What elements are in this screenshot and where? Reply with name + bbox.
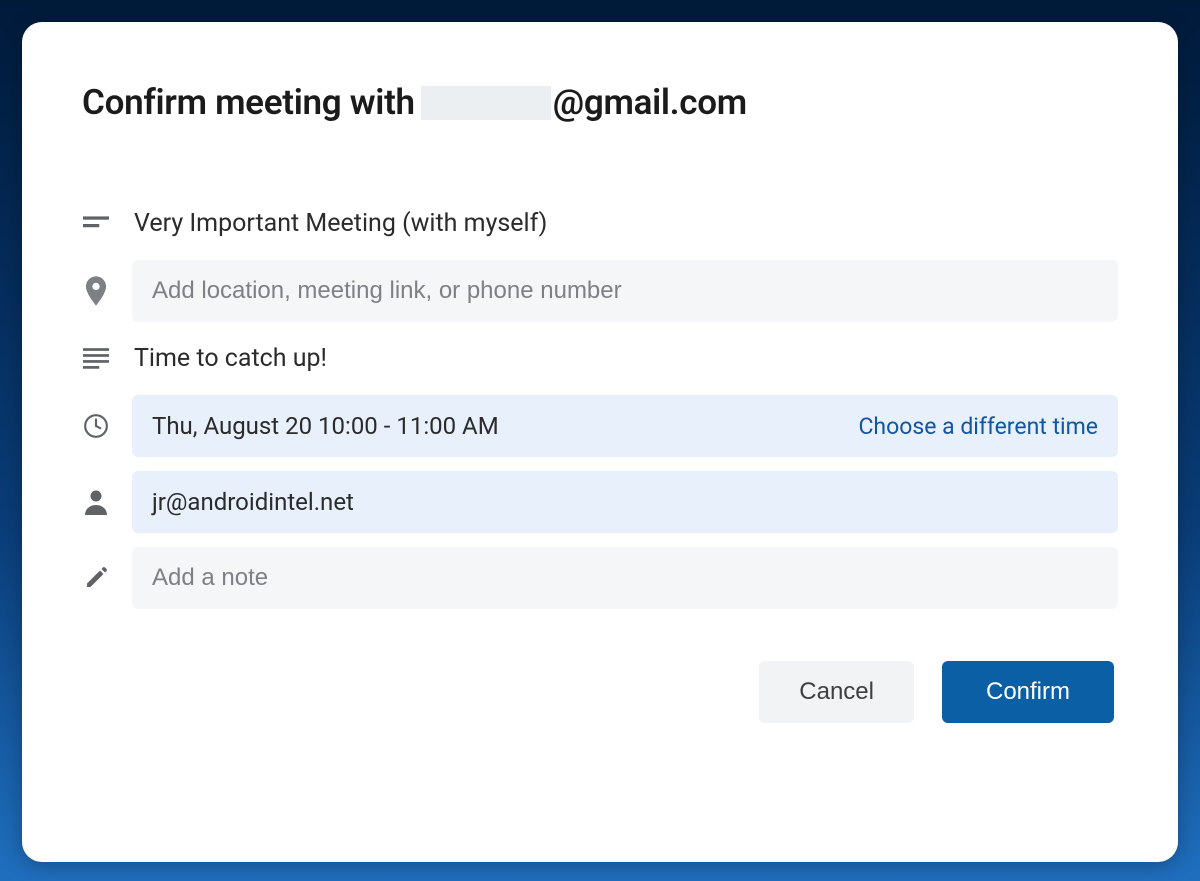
time-value: Thu, August 20 10:00 - 11:00 AM (152, 412, 499, 440)
note-input[interactable] (132, 547, 1118, 609)
time-row: Thu, August 20 10:00 - 11:00 AM Choose a… (82, 395, 1118, 457)
description-row: Time to catch up! (82, 336, 1118, 381)
note-row (82, 547, 1118, 609)
clock-icon (82, 413, 110, 439)
location-row (82, 260, 1118, 322)
cancel-button[interactable]: Cancel (759, 661, 914, 723)
person-icon (82, 489, 110, 515)
subject-row: Very Important Meeting (with myself) (82, 201, 1118, 246)
description-lines-icon (82, 348, 110, 370)
confirm-button[interactable]: Confirm (942, 661, 1114, 723)
attendee-row: jr@androidintel.net (82, 471, 1118, 533)
description-text: Time to catch up! (132, 336, 1118, 381)
choose-different-time-link[interactable]: Choose a different time (858, 413, 1098, 440)
attendee-value: jr@androidintel.net (152, 488, 354, 516)
pencil-icon (82, 566, 110, 590)
time-field[interactable]: Thu, August 20 10:00 - 11:00 AM Choose a… (132, 395, 1118, 457)
fields-container: Very Important Meeting (with myself) Tim… (82, 201, 1118, 609)
location-input[interactable] (132, 260, 1118, 322)
title-suffix: @gmail.com (553, 82, 747, 123)
dialog-footer: Cancel Confirm (82, 661, 1118, 723)
subject-text: Very Important Meeting (with myself) (132, 201, 1118, 246)
dialog-title: Confirm meeting with @gmail.com (82, 82, 1118, 123)
redacted-email-user (421, 86, 551, 120)
attendee-field[interactable]: jr@androidintel.net (132, 471, 1118, 533)
location-pin-icon (82, 276, 110, 306)
title-prefix: Confirm meeting with (82, 82, 415, 123)
meeting-confirm-dialog: Confirm meeting with @gmail.com Very Impo… (22, 22, 1178, 862)
subject-icon (82, 216, 110, 232)
